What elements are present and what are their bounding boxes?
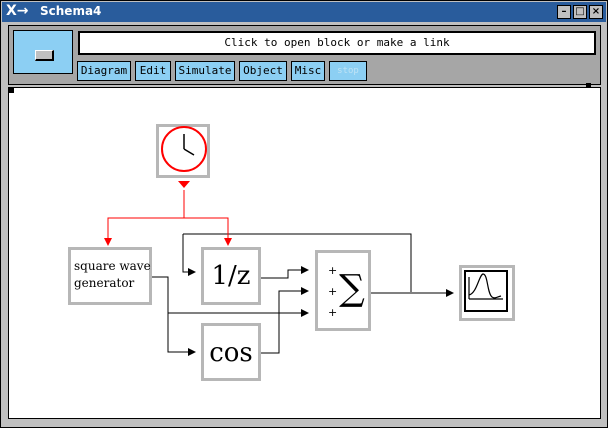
menu-misc[interactable]: Misc: [291, 61, 325, 81]
canvas-corner-handle[interactable]: [9, 88, 14, 93]
window-menu-icon[interactable]: X→: [6, 3, 29, 19]
title-bar[interactable]: X→ Schema4 – □ ×: [2, 2, 606, 22]
link-cos-to-sum2[interactable]: [261, 287, 309, 354]
square-wave-block[interactable]: square wave generator: [68, 247, 152, 305]
activation-to-delay[interactable]: [184, 217, 232, 246]
minimize-button[interactable]: –: [557, 5, 571, 19]
menu-simulate[interactable]: Simulate: [175, 61, 235, 81]
delay-block[interactable]: 1/z: [201, 247, 261, 305]
app-window: X→ Schema4 – □ × Click to open block or …: [0, 0, 608, 428]
maximize-button[interactable]: □: [573, 5, 587, 19]
maximize-icon: □: [575, 6, 585, 17]
square-wave-label-1: square wave: [74, 259, 151, 273]
logo-icon: [35, 50, 54, 61]
diagram-svg: clock square wave generator 1/z cos + + …: [68, 124, 515, 381]
sum-icon: ∑: [339, 268, 365, 309]
square-wave-label-2: generator: [74, 276, 135, 290]
sum-block[interactable]: + + + ∑: [315, 250, 371, 331]
delay-label: 1/z: [212, 261, 251, 291]
cos-block[interactable]: cos: [201, 323, 261, 381]
app-logo[interactable]: [13, 30, 73, 74]
toolbar-panel: Click to open block or make a link Diagr…: [8, 25, 601, 88]
regular-links: [152, 233, 454, 356]
menu-edit[interactable]: Edit: [135, 61, 171, 81]
diagram-canvas[interactable]: clock square wave generator 1/z cos: [8, 87, 601, 419]
minimize-icon: –: [561, 6, 567, 17]
close-button[interactable]: ×: [589, 5, 603, 19]
menu-stop[interactable]: stop: [329, 61, 367, 81]
link-feedback-to-delay[interactable]: [182, 234, 196, 276]
link-delay-to-sum1[interactable]: [261, 266, 309, 279]
link-sqwave-to-cos[interactable]: [152, 276, 196, 356]
status-message: Click to open block or make a link: [78, 31, 596, 55]
clock-activation-port: [178, 181, 190, 188]
clock-block[interactable]: clock: [156, 124, 210, 188]
sum-sign-2: +: [328, 285, 337, 298]
menu-object[interactable]: Object: [239, 61, 287, 81]
close-icon: ×: [591, 6, 601, 17]
activation-to-sqwave[interactable]: [104, 190, 185, 246]
menu-diagram[interactable]: Diagram: [77, 61, 131, 81]
window-title: Schema4: [40, 4, 102, 18]
scope-block[interactable]: [459, 265, 515, 321]
sum-sign-3: +: [328, 306, 337, 319]
sum-sign-1: +: [328, 264, 337, 277]
activation-links: [104, 190, 232, 246]
cos-label: cos: [209, 338, 253, 368]
